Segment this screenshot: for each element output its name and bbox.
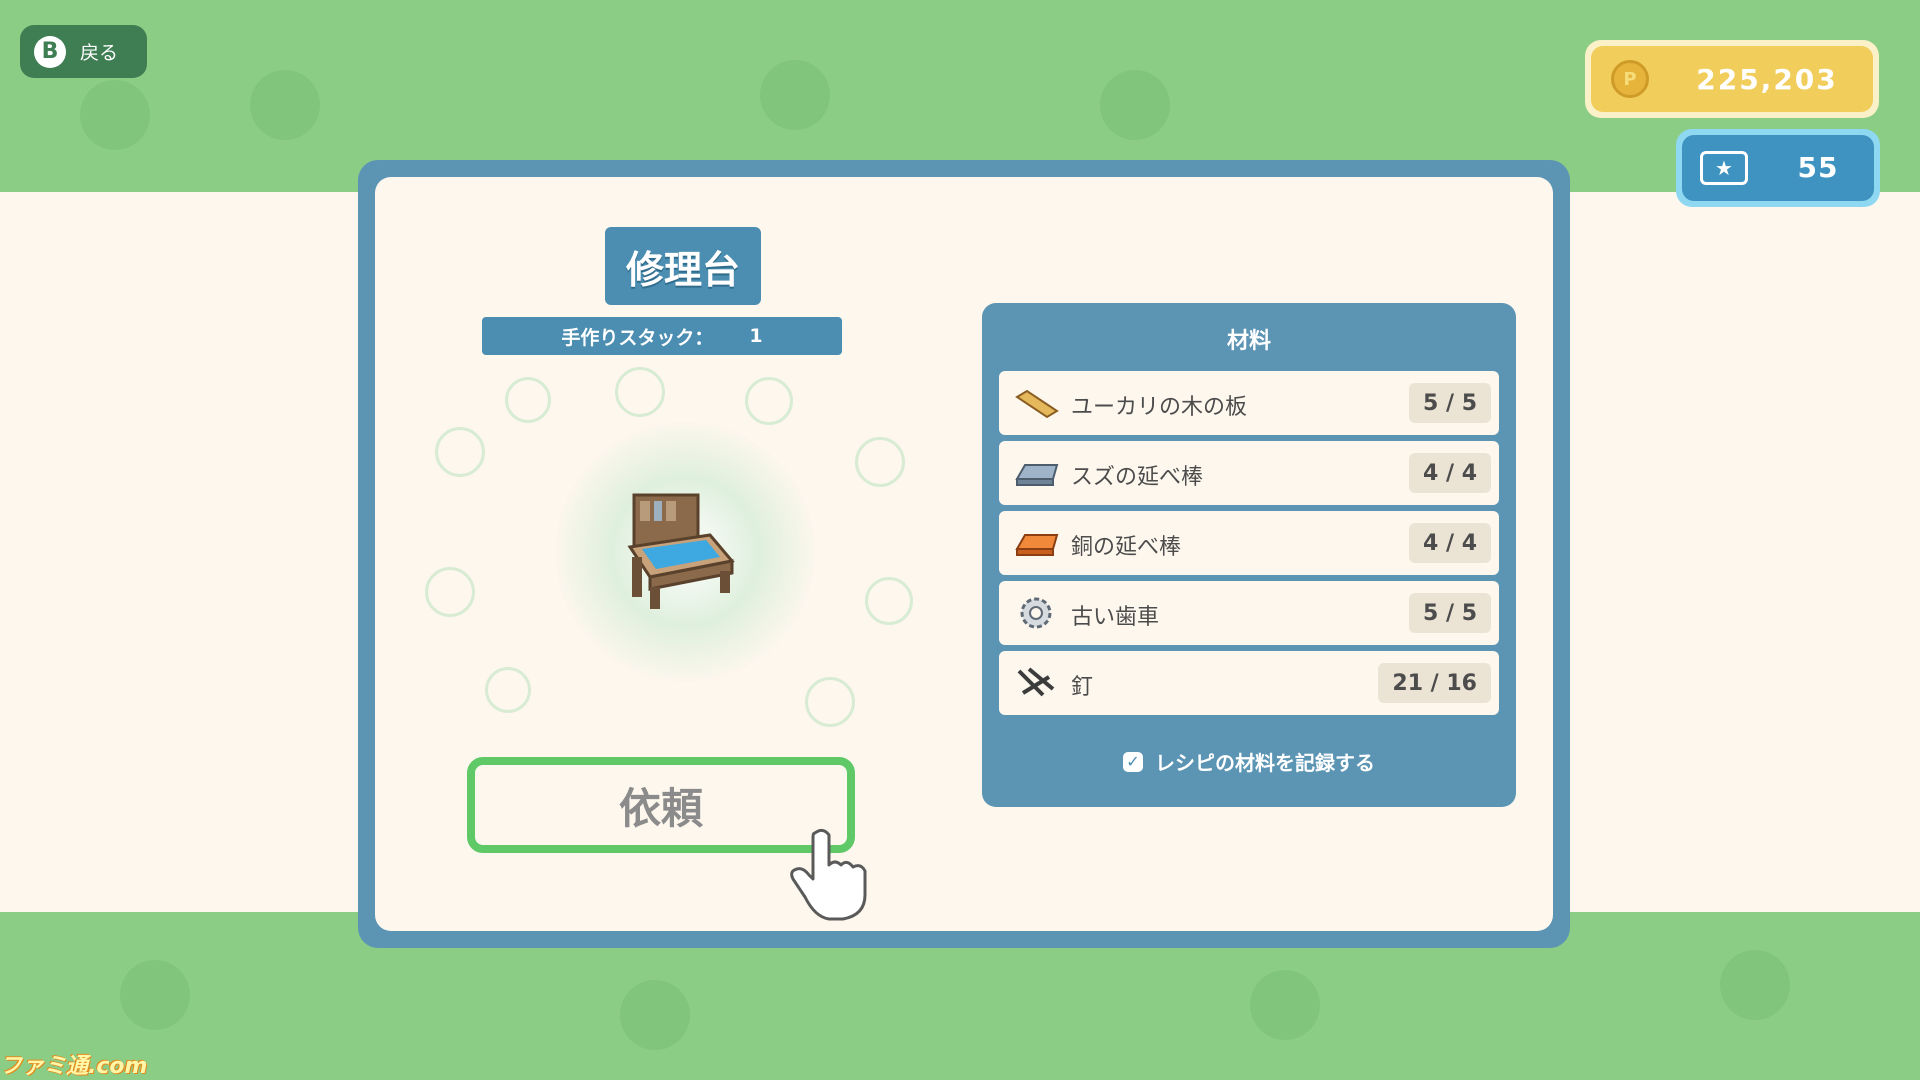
material-name: 銅の延べ棒 [1071, 535, 1182, 560]
watermark: ファミ通.com [0, 1054, 148, 1079]
stack-value: 1 [749, 325, 763, 347]
material-row[interactable]: 古い歯車 5 / 5 [999, 581, 1499, 645]
materials-panel: 材料 ユーカリの木の板 5 / 5 スズの延べ棒 4 / 4 銅の延べ棒 4 /… [982, 303, 1516, 807]
wood-plank-icon [1015, 389, 1059, 419]
material-row[interactable]: 銅の延べ棒 4 / 4 [999, 511, 1499, 575]
item-preview [415, 367, 935, 747]
stack-bar: 手作りスタック： 1 [482, 317, 842, 355]
ticket-value: 55 [1797, 151, 1839, 184]
background-pattern [250, 70, 320, 140]
background-pattern [1100, 70, 1170, 140]
background-pattern [760, 60, 830, 130]
nails-icon [1017, 667, 1055, 697]
background-pattern [1250, 970, 1320, 1040]
materials-header: 材料 [1226, 329, 1271, 354]
coin-counter: P 225,203 [1585, 40, 1879, 118]
record-label: レシピの材料を記録する [1155, 751, 1375, 775]
background-pattern [1720, 950, 1790, 1020]
bubble-decoration [425, 567, 475, 617]
background-pattern [120, 960, 190, 1030]
material-name: ユーカリの木の板 [1071, 395, 1248, 420]
hand-cursor-icon [790, 828, 867, 921]
background-pattern [620, 980, 690, 1050]
material-count: 5 / 5 [1409, 593, 1491, 633]
bubble-decoration [485, 667, 531, 713]
stack-label: 手作りスタック： [561, 326, 714, 349]
material-count: 4 / 4 [1409, 453, 1491, 493]
material-row[interactable]: 釘 21 / 16 [999, 651, 1499, 715]
tin-ingot-icon [1015, 464, 1059, 486]
material-count: 21 / 16 [1378, 663, 1491, 703]
bubble-decoration [435, 427, 485, 477]
ticket-icon: ★ [1700, 151, 1748, 185]
materials-list: ユーカリの木の板 5 / 5 スズの延べ棒 4 / 4 銅の延べ棒 4 / 4 … [999, 371, 1499, 721]
material-name: 釘 [1071, 675, 1094, 700]
back-label: 戻る [80, 42, 119, 64]
material-name: スズの延べ棒 [1071, 465, 1204, 490]
bubble-decoration [805, 677, 855, 727]
coin-value: 225,203 [1696, 62, 1838, 96]
gear-icon [1020, 597, 1052, 629]
bubble-decoration [855, 437, 905, 487]
material-row[interactable]: ユーカリの木の板 5 / 5 [999, 371, 1499, 435]
material-row[interactable]: スズの延べ棒 4 / 4 [999, 441, 1499, 505]
bubble-decoration [505, 377, 551, 423]
bubble-decoration [865, 577, 913, 625]
material-count: 4 / 4 [1409, 523, 1491, 563]
material-count: 5 / 5 [1409, 383, 1491, 423]
material-name: 古い歯車 [1071, 605, 1160, 630]
record-recipe-toggle[interactable]: ✓ レシピの材料を記録する [982, 747, 1516, 776]
background-pattern [80, 80, 150, 150]
ticket-counter: ★ 55 [1676, 129, 1880, 207]
back-button[interactable]: B 戻る [20, 25, 147, 78]
copper-ingot-icon [1015, 534, 1059, 556]
bubble-decoration [745, 377, 793, 425]
item-title: 修理台 [605, 227, 761, 305]
repair-table-icon [627, 493, 735, 609]
coin-icon: P [1611, 60, 1649, 98]
checkbox-checked-icon[interactable]: ✓ [1123, 751, 1143, 772]
bubble-decoration [615, 367, 665, 417]
crafting-panel: 修理台 手作りスタック： 1 依頼 材料 ユーカリの木の板 5 / 5 スズの延… [358, 160, 1570, 948]
b-button-icon: B [34, 35, 66, 68]
